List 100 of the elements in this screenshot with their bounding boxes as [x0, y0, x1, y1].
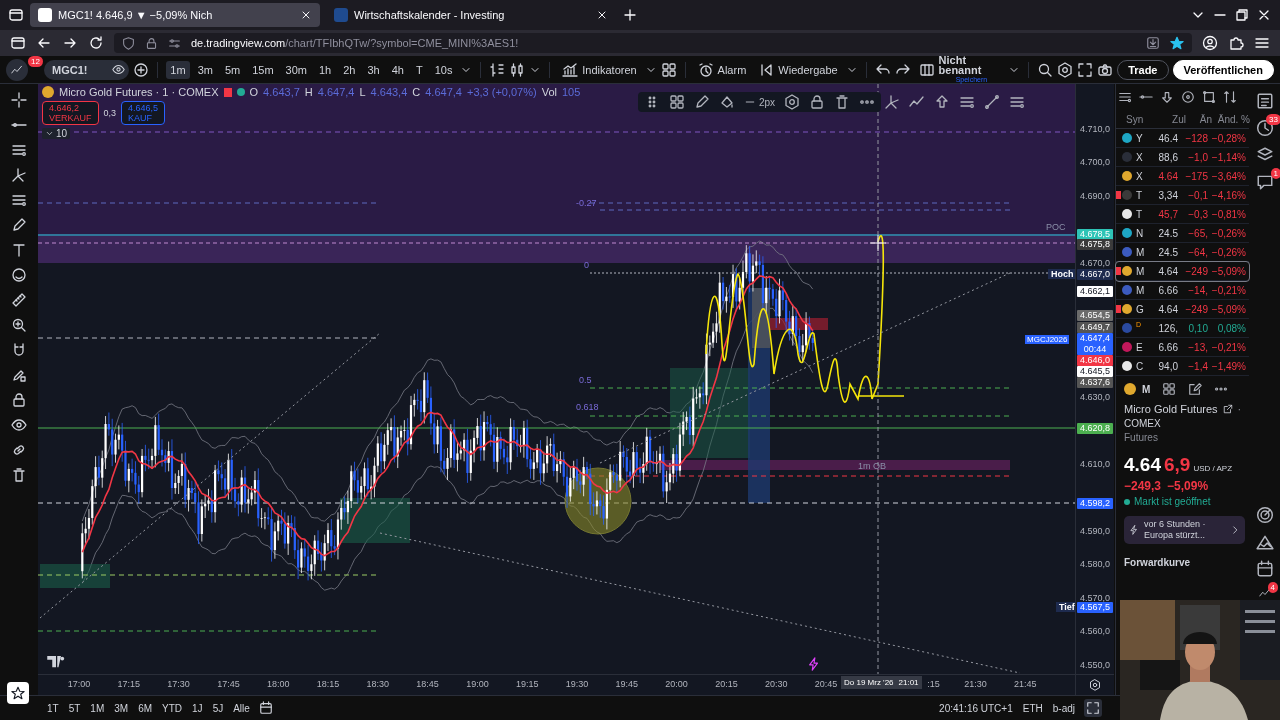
symbol-name: C	[1136, 360, 1145, 372]
notification-badge: 1	[1270, 168, 1280, 179]
watchlist-row[interactable]: N 24.5 −65, −0,26%	[1116, 224, 1249, 243]
watchlist-row[interactable]: X 88,6 −1,0 −1,14%	[1116, 148, 1249, 167]
interval-button[interactable]: 15m	[248, 60, 278, 79]
range-button[interactable]: 6M	[137, 700, 154, 716]
last-price: 6.66	[1157, 284, 1178, 296]
range-button[interactable]: 5J	[211, 700, 225, 716]
replay-button[interactable]: Wiedergabe	[754, 59, 842, 80]
news-card[interactable]: vor 6 Stunden · Europa stürzt...	[1124, 516, 1245, 544]
time-tick: 17:00	[67, 679, 91, 689]
price-tick: 4.690,0	[1080, 191, 1111, 202]
indicator-toggle[interactable]: 10	[42, 128, 71, 139]
time-tick: :15	[927, 679, 940, 689]
ohlc-label: H	[304, 86, 313, 98]
price-change: −128	[1184, 132, 1208, 144]
volume-label: Vol	[541, 86, 557, 98]
last-price: 45,7	[1157, 208, 1178, 220]
price-change: −249	[1184, 303, 1208, 315]
interval-button[interactable]: 3m	[193, 60, 217, 79]
time-tick: 18:45	[416, 679, 439, 689]
symbol-name: M	[1142, 383, 1151, 395]
change-value: +3,3 (+0,07%)	[466, 86, 537, 98]
currency-unit: USD / APZ	[1193, 464, 1233, 473]
chart-title: Micro Gold Futures · 1 · COMEX	[59, 86, 219, 98]
range-button[interactable]: 1J	[191, 700, 204, 716]
price-change: −0,3	[1187, 208, 1208, 220]
watchlist-row[interactable]: E 6.66 −13, −0,21%	[1116, 338, 1249, 357]
ohlc-label: C	[412, 86, 421, 98]
clock-text: 20:41:16 UTC+1	[938, 701, 1014, 716]
session-button[interactable]: ETH	[1021, 700, 1044, 716]
last-price: 24.5	[1157, 227, 1178, 239]
layout-name[interactable]: Nicht benannt	[938, 54, 1005, 75]
range-button[interactable]: 3M	[113, 700, 130, 716]
symbol-search-field[interactable]: MGC1!	[44, 59, 130, 80]
last-price: 94,0	[1157, 360, 1178, 372]
range-button[interactable]: 1T	[46, 700, 60, 716]
percent-change: −0,26%	[1210, 246, 1246, 258]
watchlist-row[interactable]: M 4.64 −249 −5,09%	[1116, 262, 1249, 281]
interval-button[interactable]: 4h	[387, 60, 408, 79]
ohlc-value: 4.647,4	[317, 86, 355, 98]
interval-button[interactable]: 10s	[430, 60, 457, 79]
price-change: −0,1	[1187, 189, 1208, 201]
watchlist-row[interactable]: C 94,0 −1,4 −1,49%	[1116, 357, 1249, 376]
interval-button[interactable]: 1m	[166, 60, 190, 79]
price-change: −249,3	[1124, 479, 1162, 493]
alarm-button[interactable]: Alarm	[693, 59, 751, 80]
column-header[interactable]: Syn	[1116, 113, 1156, 125]
browser-tab[interactable]: MGC1! 4.646,9 ▼ −5,09% Nich	[30, 3, 320, 27]
watchlist-row[interactable]: Y 46.4 −128 −0,28%	[1116, 129, 1249, 148]
indicators-button[interactable]: Indikatoren	[558, 59, 641, 80]
price-tag: 4.567,5	[1077, 602, 1113, 613]
interval-button[interactable]: 5m	[220, 60, 245, 79]
watchlist-row[interactable]: M 24.5 −64, −0,26%	[1116, 243, 1249, 262]
buy-button[interactable]: 4.646,5 KAUF	[121, 101, 166, 125]
symbol-name: G	[1136, 303, 1145, 315]
watchlist-row[interactable]: G 4.64 −249 −5,09%	[1116, 300, 1249, 319]
range-button[interactable]: 1M	[89, 700, 106, 716]
interval-button[interactable]: 1h	[315, 60, 336, 79]
line-width-button[interactable]: 2px	[744, 96, 776, 108]
watchlist-row[interactable]: T 3,34 −0,1 −4,16%	[1116, 186, 1249, 205]
watchlist-row[interactable]: X 4.64 −175 −3,64%	[1116, 167, 1249, 186]
last-price: 46.4	[1157, 132, 1178, 144]
sell-button[interactable]: 4.646,2 VERKAUF	[42, 101, 99, 125]
browser-tab[interactable]: Wirtschaftskalender - Investing	[326, 3, 616, 27]
column-header[interactable]: Än	[1186, 113, 1212, 125]
trade-button[interactable]: Trade	[1117, 59, 1169, 80]
column-header[interactable]: Änd. %	[1212, 113, 1250, 125]
address-field[interactable]: de.tradingview.com/chart/TFIbhQTw/?symbol=CME_MINI%3AES1!	[114, 33, 1192, 53]
interval-button[interactable]: 2h	[339, 60, 360, 79]
publish-button[interactable]: Veröffentlichen	[1172, 59, 1274, 80]
notification-badge: 4	[1267, 582, 1278, 593]
price-change: 0,10	[1187, 322, 1208, 334]
interval-button[interactable]: 30m	[281, 60, 311, 79]
exchange-name: COMEX	[1124, 418, 1162, 429]
price-tick: 4.700,0	[1080, 157, 1111, 168]
last-price: 126,	[1157, 322, 1178, 334]
price-tag: 4.649,7	[1077, 322, 1113, 333]
last-price: 3,34	[1157, 189, 1178, 201]
zone-label: 1m OB	[858, 461, 886, 471]
percent-change: −5,09%	[1210, 265, 1246, 277]
range-button[interactable]: Alle	[232, 700, 251, 716]
price-tick: 4.670,0	[1080, 258, 1111, 269]
range-button[interactable]: 5T	[67, 700, 82, 716]
market-status: Markt ist geöffnet	[1134, 496, 1211, 507]
interval-button[interactable]: 3h	[363, 60, 384, 79]
price-tag: 4.637,6	[1077, 377, 1113, 388]
watchlist-row[interactable]: M 6.66 −14, −0,21%	[1116, 281, 1249, 300]
interval-button[interactable]: T	[412, 60, 427, 79]
spread-value: 0,3	[103, 108, 117, 118]
column-header[interactable]: Zul	[1156, 113, 1186, 125]
price-tick: 4.570,0	[1080, 593, 1111, 604]
adjustment-button[interactable]: b-adj	[1051, 700, 1076, 716]
range-button[interactable]: YTD	[161, 700, 184, 716]
time-tick: 21:30	[964, 679, 987, 689]
zone-label: POC	[1046, 222, 1066, 232]
last-price-digits: 6,9	[1164, 454, 1191, 476]
watchlist-row[interactable]: T 45,7 −0,3 −0,81%	[1116, 205, 1249, 224]
symbol-name: T	[1136, 208, 1144, 220]
price-change: −64,	[1187, 246, 1208, 258]
